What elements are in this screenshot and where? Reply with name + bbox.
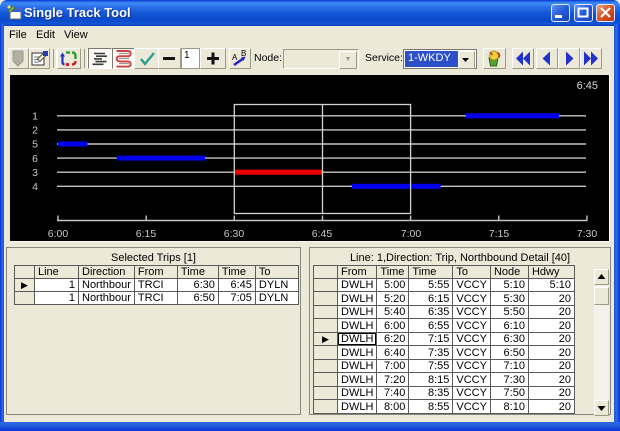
svg-text:6:00: 6:00	[48, 228, 69, 240]
svg-text:A: A	[232, 53, 238, 62]
svg-text:2: 2	[32, 125, 38, 137]
svg-text:4: 4	[32, 181, 38, 193]
svg-text:7:30: 7:30	[577, 228, 598, 240]
svg-text:7:00: 7:00	[401, 228, 422, 240]
svg-text:3: 3	[32, 167, 38, 179]
svg-text:6:30: 6:30	[224, 228, 245, 240]
svg-text:7:15: 7:15	[489, 228, 510, 240]
svg-text:1: 1	[32, 111, 38, 123]
svg-text:6:45: 6:45	[577, 80, 598, 92]
svg-text:6:15: 6:15	[136, 228, 157, 240]
svg-text:6: 6	[32, 153, 38, 165]
svg-text:6:45: 6:45	[312, 228, 333, 240]
svg-text:5: 5	[32, 139, 38, 151]
svg-text:B: B	[241, 49, 246, 58]
